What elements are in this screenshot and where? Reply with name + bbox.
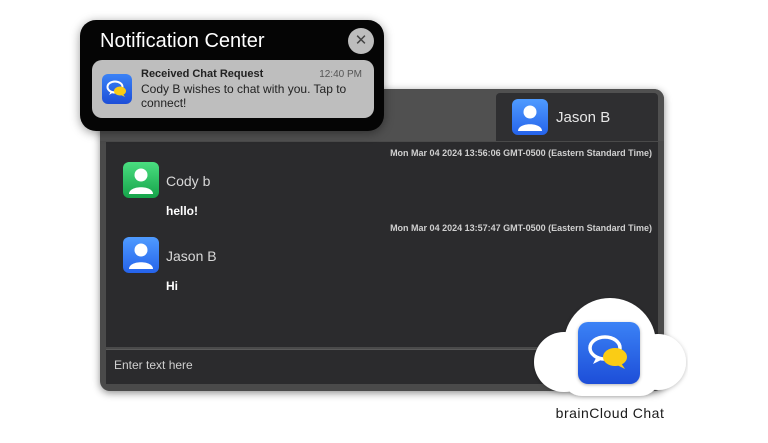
message-avatar	[123, 237, 159, 273]
close-icon[interactable]: ✕	[348, 28, 374, 54]
message-sender: Cody b	[166, 173, 211, 189]
brand-label: brainCloud Chat	[555, 405, 665, 421]
message-timestamp: Mon Mar 04 2024 13:57:47 GMT-0500 (Easte…	[390, 223, 652, 233]
notification-body: Cody B wishes to chat with you. Tap to c…	[141, 82, 347, 110]
user-avatar-icon	[123, 162, 159, 198]
user-tab-jason-b[interactable]: Jason B	[496, 93, 658, 141]
notification-card[interactable]: Received Chat Request 12:40 PM Cody B wi…	[92, 60, 374, 118]
message-text: hello!	[166, 204, 198, 218]
chat-bubbles-icon	[578, 322, 640, 384]
message-text: Hi	[166, 279, 178, 293]
message-avatar	[123, 162, 159, 198]
message-timestamp: Mon Mar 04 2024 13:56:06 GMT-0500 (Easte…	[390, 148, 652, 158]
notification-center: Notification Center ✕ Received Chat Requ…	[80, 20, 384, 131]
notification-center-title: Notification Center	[100, 30, 265, 52]
user-tab-name: Jason B	[556, 109, 611, 126]
notification-time: 12:40 PM	[319, 69, 362, 80]
user-avatar-icon	[123, 237, 159, 273]
message-input-placeholder: Enter text here	[114, 358, 193, 372]
user-avatar-icon	[512, 99, 548, 135]
chat-bubbles-icon	[102, 74, 132, 104]
message-sender: Jason B	[166, 248, 217, 264]
notification-subject: Received Chat Request	[141, 68, 264, 80]
